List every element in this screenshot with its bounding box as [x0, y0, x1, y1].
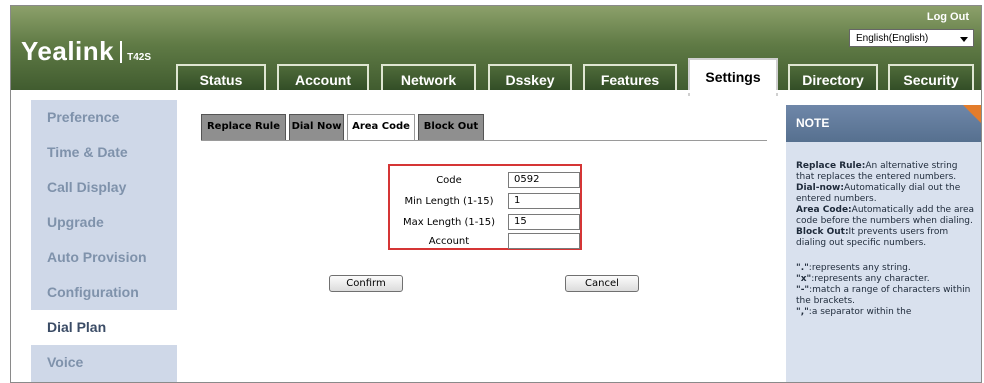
sidebar-item-upgrade[interactable]: Upgrade: [31, 205, 177, 240]
subtab-block-out[interactable]: Block Out: [418, 114, 484, 140]
note-title: NOTE: [786, 105, 981, 142]
confirm-button[interactable]: Confirm: [329, 275, 403, 292]
subtab-replace-rule[interactable]: Replace Rule: [201, 114, 286, 140]
sidebar-item-configuration[interactable]: Configuration: [31, 275, 177, 310]
tab-security[interactable]: Security: [888, 64, 974, 93]
note-panel: NOTE Replace Rule:An alternative string …: [786, 105, 981, 382]
tab-directory[interactable]: Directory: [788, 64, 878, 93]
note-entry: Area Code:Automatically add the area cod…: [796, 205, 975, 226]
brand-logo: Yealink T42S: [21, 36, 151, 67]
sidebar-item-preference[interactable]: Preference: [31, 100, 177, 135]
cancel-button[interactable]: Cancel: [565, 275, 639, 292]
area-code-form: Code 0592 Min Length (1-15) 1 Max Length…: [388, 164, 582, 250]
note-body: Replace Rule:An alternative string that …: [796, 161, 976, 318]
sidebar-item-time-date[interactable]: Time & Date: [31, 135, 177, 170]
tab-status[interactable]: Status: [176, 64, 266, 93]
sidebar-item-auto-provision[interactable]: Auto Provision: [31, 240, 177, 275]
brand-model: T42S: [127, 52, 152, 63]
note-corner-accent: [963, 105, 981, 123]
subtab-dial-now[interactable]: Dial Now: [289, 114, 344, 140]
logout-link[interactable]: Log Out: [927, 11, 969, 23]
tab-dsskey[interactable]: Dsskey: [488, 64, 572, 93]
tab-baseline: [11, 90, 981, 93]
language-select-value: English(English): [856, 33, 929, 44]
note-entry: Replace Rule:An alternative string that …: [796, 161, 958, 182]
note-entry: Block Out:It prevents users from dialing…: [796, 227, 949, 248]
code-input[interactable]: 0592: [508, 172, 580, 188]
min-length-label: Min Length (1-15): [404, 196, 494, 207]
account-label: Account: [428, 236, 470, 247]
language-select[interactable]: English(English): [849, 29, 974, 47]
sidebar-item-call-display[interactable]: Call Display: [31, 170, 177, 205]
max-length-input[interactable]: 15: [508, 214, 580, 230]
sidebar-item-voice[interactable]: Voice: [31, 345, 177, 380]
note-symbol: "x":represents any character.: [796, 274, 930, 284]
code-label: Code: [436, 175, 462, 186]
max-length-label: Max Length (1-15): [402, 217, 496, 228]
main-content: Replace Rule Dial Now Area Code Block Ou…: [201, 100, 767, 380]
tab-account[interactable]: Account: [277, 64, 369, 93]
account-select[interactable]: [508, 233, 580, 249]
subtab-baseline: [201, 140, 767, 141]
note-symbol: ",":a separator within the: [796, 307, 912, 317]
brand-name: Yealink: [21, 36, 115, 66]
sidebar: Preference Time & Date Call Display Upgr…: [31, 100, 181, 382]
sidebar-item-dial-plan[interactable]: Dial Plan: [31, 310, 181, 345]
subtab-area-code[interactable]: Area Code: [347, 114, 415, 141]
min-length-input[interactable]: 1: [508, 193, 580, 209]
brand-separator: [120, 41, 123, 63]
web-ui-frame: Yealink T42S Log Out English(English) Sta…: [10, 5, 982, 383]
header-bar: Yealink T42S Log Out English(English) Sta…: [11, 6, 981, 96]
tab-features[interactable]: Features: [583, 64, 677, 93]
tab-network[interactable]: Network: [381, 64, 476, 93]
note-symbol: ".":represents any string.: [796, 263, 911, 273]
chevron-down-icon: [960, 37, 968, 42]
note-entry: Dial-now:Automatically dial out the ente…: [796, 183, 961, 204]
note-symbol: "-":match a range of characters within t…: [796, 285, 971, 306]
